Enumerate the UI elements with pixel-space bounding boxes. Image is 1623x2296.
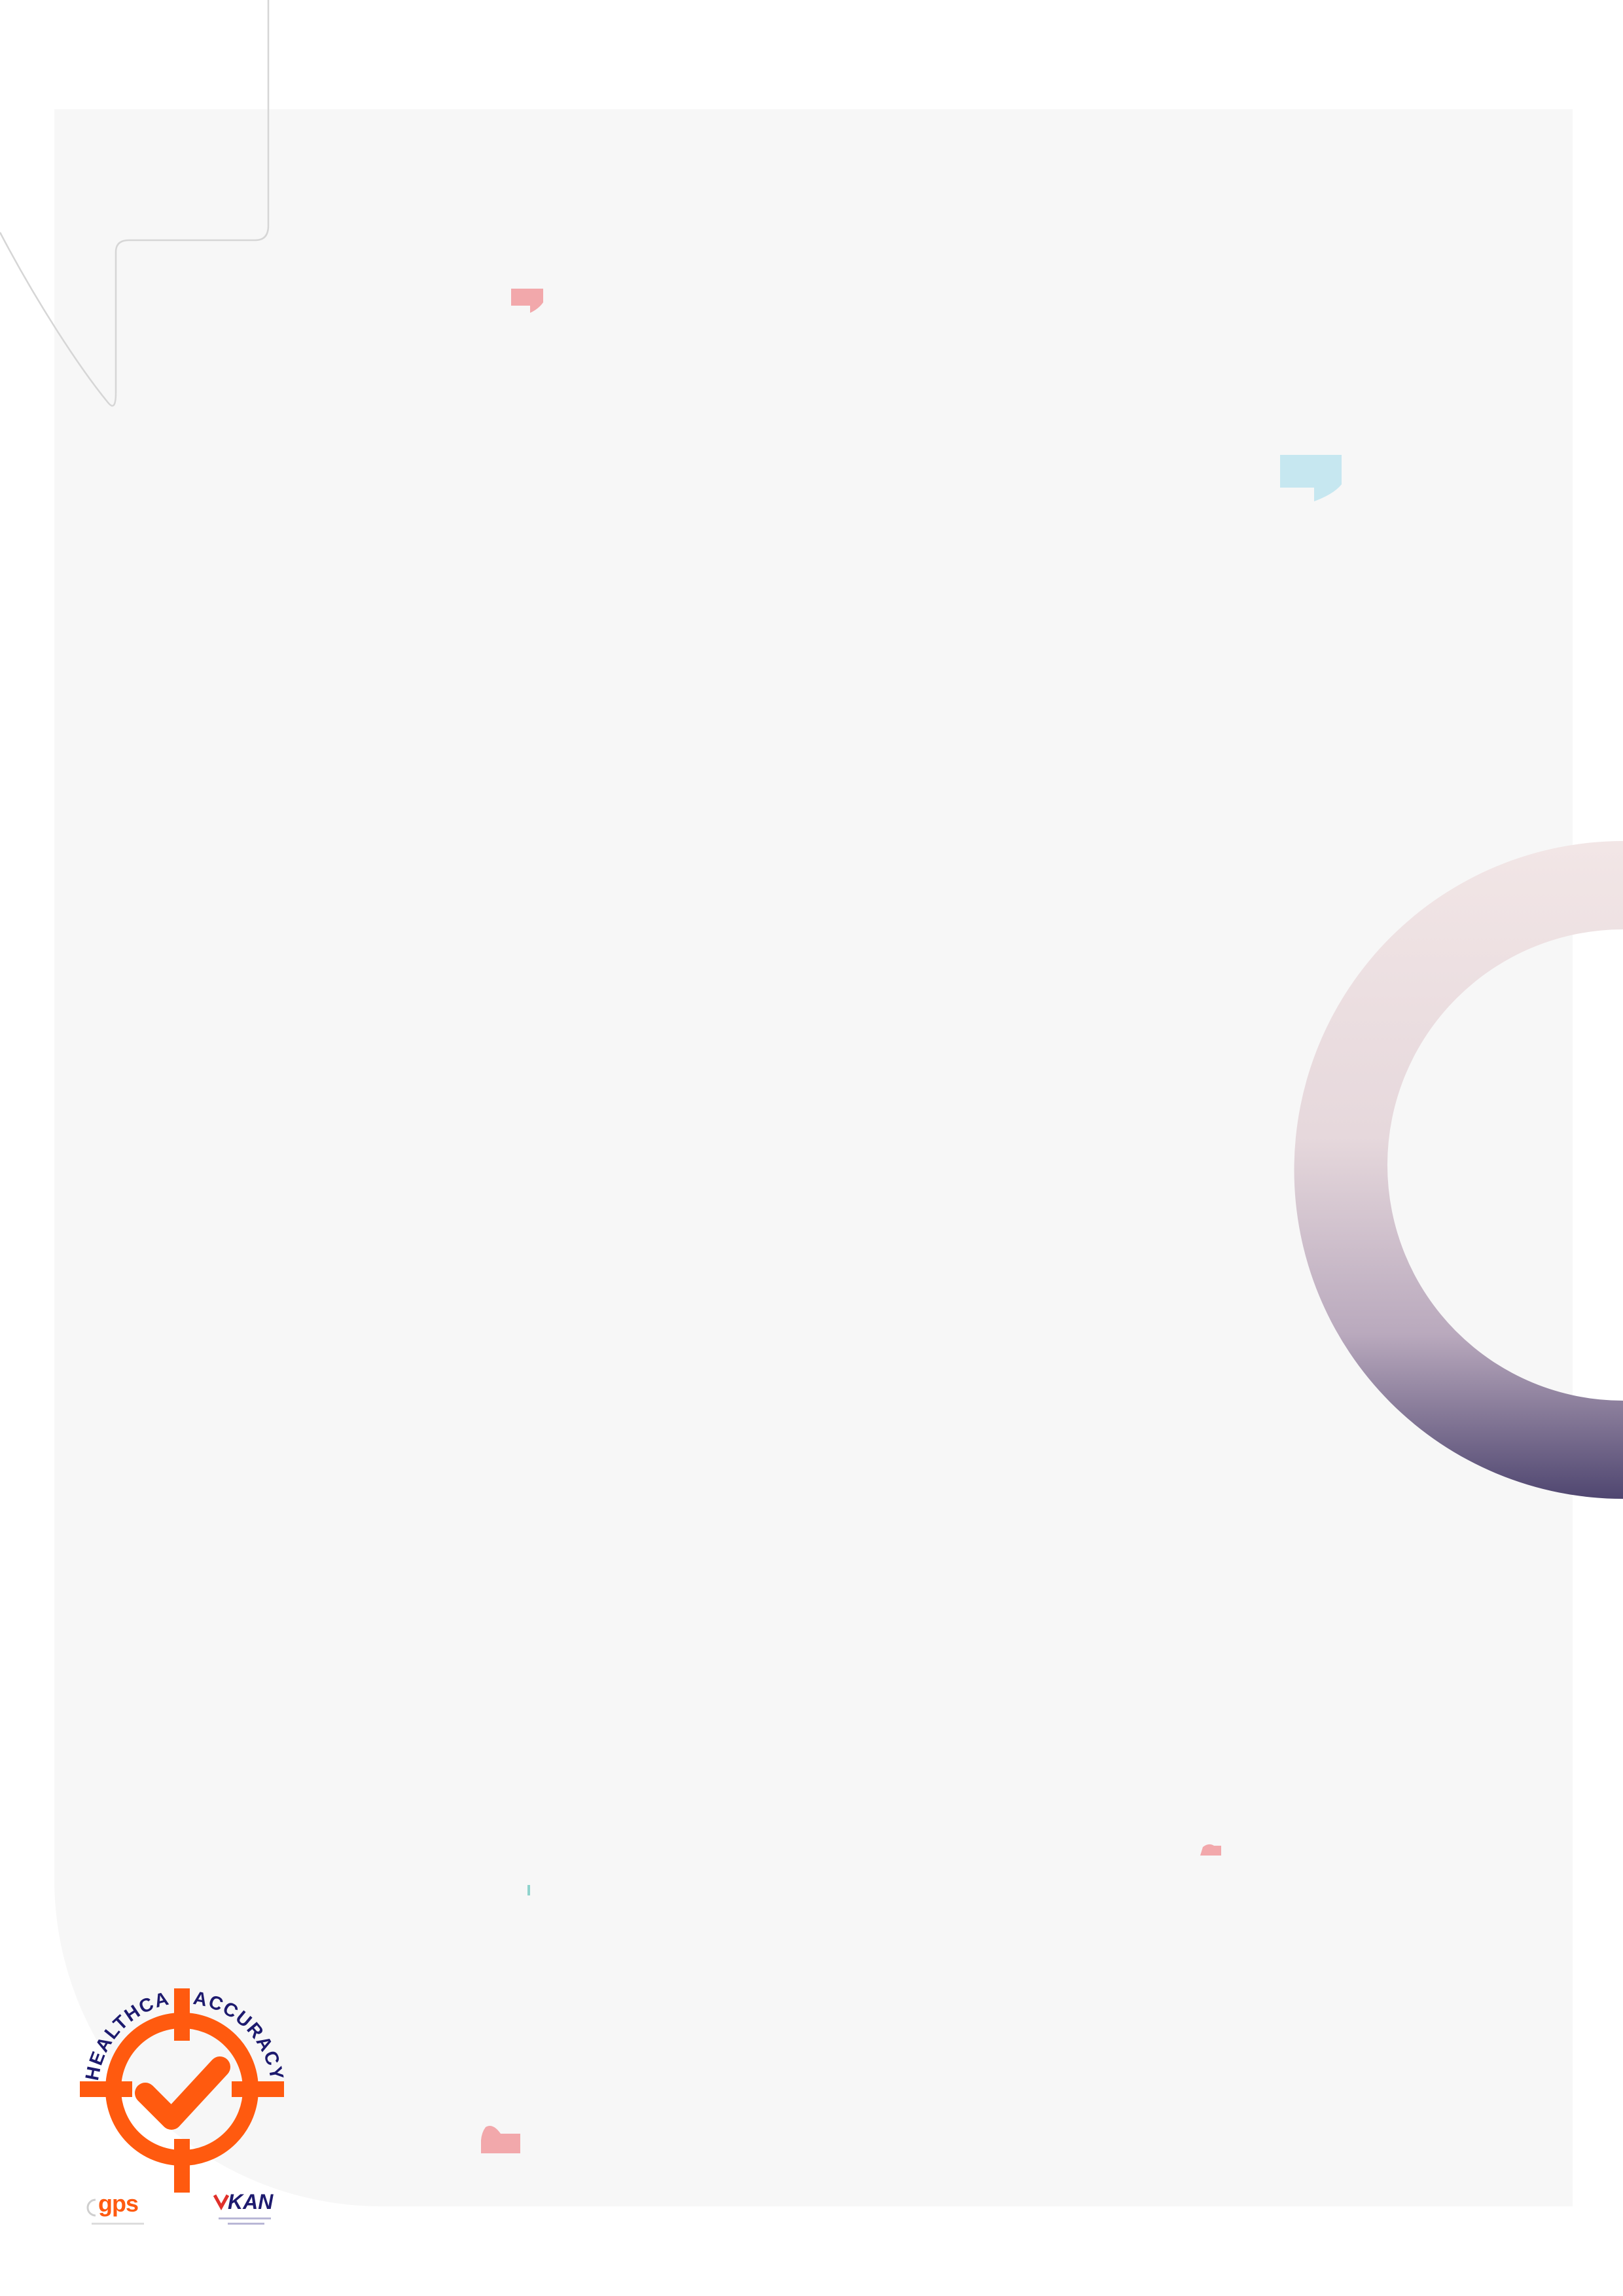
kan-logo-subline	[219, 2217, 271, 2219]
badge-arc-text: HEALTHCARE ACCURACY	[0, 0, 287, 2083]
gps-logo-underline	[92, 2223, 144, 2225]
gps-logo-text: gps	[98, 2190, 139, 2217]
svg-text:ACCURACY: ACCURACY	[192, 1988, 287, 2083]
kan-logo-subline-2	[228, 2223, 264, 2225]
badge-arc-left-text: HEALTHCARE	[0, 0, 171, 2082]
svg-text:HEALTHCARE: HEALTHCARE	[0, 0, 172, 2082]
kan-logo-icon: KAN	[213, 2190, 279, 2229]
badge-arc-right-text: ACCURACY	[192, 1988, 286, 2083]
kan-check-icon	[213, 2194, 229, 2211]
kan-logo-text: KAN	[228, 2190, 274, 2214]
gps-logo-icon: gps	[82, 2190, 154, 2229]
